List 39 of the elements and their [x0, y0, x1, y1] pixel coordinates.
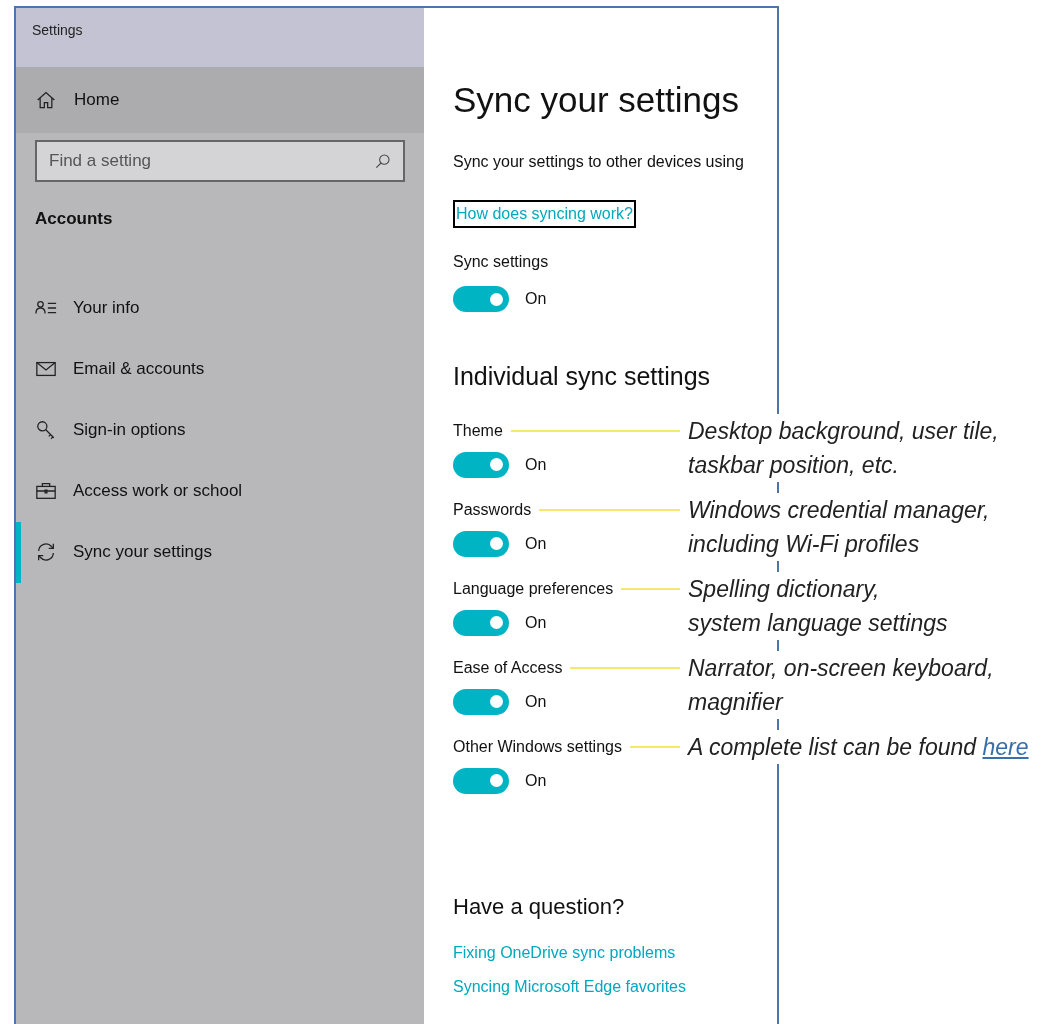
home-item[interactable]: Home — [16, 67, 424, 133]
toggle-switch[interactable] — [453, 451, 509, 478]
toggle-state: On — [525, 533, 547, 554]
toggle-switch[interactable] — [453, 688, 509, 715]
setting-label: Sync settings — [453, 252, 550, 272]
toggle-switch[interactable] — [453, 286, 509, 312]
toggle-state: On — [525, 612, 547, 633]
search-icon — [375, 153, 391, 169]
section-heading: Accounts — [35, 209, 113, 228]
description-text: Sync your settings to other devices using — [453, 152, 745, 172]
key-icon — [35, 419, 57, 441]
briefcase-icon — [35, 480, 57, 502]
window-title: Settings — [32, 22, 83, 38]
toggle-switch[interactable] — [453, 609, 509, 636]
setting-label: Passwords — [453, 499, 532, 520]
home-icon — [36, 90, 56, 110]
setting-label: Theme — [453, 420, 503, 441]
toggle-state: On — [525, 691, 547, 712]
section-heading: Individual sync settings — [453, 361, 712, 392]
toggle-switch[interactable] — [453, 530, 509, 557]
section-heading: Have a question? — [453, 892, 626, 921]
here-link[interactable]: here — [982, 733, 1029, 760]
toggle-state: On — [525, 454, 547, 475]
toggle-state: On — [525, 289, 547, 309]
setting-label: Ease of Access — [453, 657, 563, 678]
toggle-switch[interactable] — [453, 767, 509, 794]
sidebar-item[interactable]: Your info — [16, 277, 424, 339]
page-title: Sync your settings — [453, 80, 740, 120]
sync-icon — [35, 541, 57, 563]
search-input[interactable]: Find a setting — [49, 148, 375, 174]
setting-label: Other Windows settings — [453, 736, 622, 757]
sidebar-item[interactable]: Access work or school — [16, 460, 424, 522]
search-field[interactable]: Find a setting — [35, 140, 405, 182]
toggle-state: On — [525, 770, 547, 791]
setting-label: Language preferences — [453, 578, 614, 599]
leader-line — [621, 587, 680, 590]
sidebar-item[interactable]: Email & accounts — [16, 338, 424, 400]
leader-line — [629, 745, 680, 748]
sidebar-item[interactable]: Sign-in options — [16, 399, 424, 461]
